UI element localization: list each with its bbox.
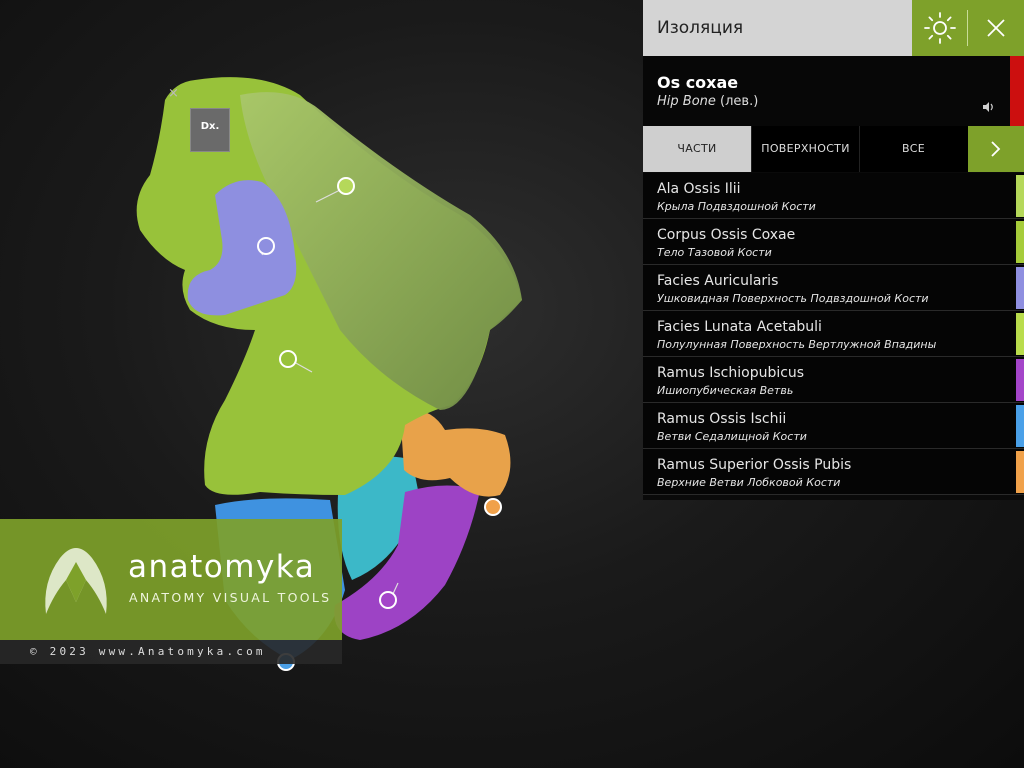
- isolation-panel: Изоляция Os coxae Hip Bone (лев.) ЧАСТИ …: [643, 0, 1024, 500]
- brand-overlay: anatomyka ANATOMY VISUAL TOOLS: [0, 519, 342, 640]
- close-isolation-button[interactable]: [968, 0, 1024, 56]
- part-row[interactable]: Facies Auricularis Ушковидная Поверхность…: [643, 265, 1024, 311]
- speaker-icon[interactable]: [981, 100, 995, 114]
- view-close-icon[interactable]: ×: [168, 86, 179, 101]
- brand-tagline: ANATOMY VISUAL TOOLS: [129, 590, 332, 605]
- isolation-header: Изоляция: [643, 0, 1024, 56]
- part-russian-name: Полулунная Поверхность Вертлужной Впадин…: [657, 338, 937, 351]
- part-latin-name: Ramus Superior Ossis Pubis: [657, 457, 852, 473]
- part-color-swatch: [1016, 359, 1024, 401]
- part-row[interactable]: Ramus Ossis Ischii Ветви Седалищной Кости: [643, 403, 1024, 449]
- bone-color-strip: [1010, 56, 1024, 126]
- bone-name: Os coxae: [657, 73, 739, 92]
- side-indicator-label: Dx.: [200, 121, 220, 132]
- part-color-swatch: [1016, 405, 1024, 447]
- part-color-swatch: [1016, 267, 1024, 309]
- parts-list: Ala Ossis Ilii Крыла Подвздошной Кости Cor…: [643, 173, 1024, 495]
- part-row[interactable]: Ala Ossis Ilii Крыла Подвздошной Кости: [643, 173, 1024, 219]
- copyright-bar: © 2023 www.Anatomyka.com: [0, 640, 342, 664]
- part-color-swatch: [1016, 451, 1024, 493]
- part-row[interactable]: Facies Lunata Acetabuli Полулунная Поверх…: [643, 311, 1024, 357]
- parts-tabs: ЧАСТИ ПОВЕРХНОСТИ ВСЕ: [643, 126, 1024, 172]
- pin-ramus-superior-pubis[interactable]: [484, 498, 502, 516]
- bone-info: Os coxae Hip Bone (лев.): [643, 56, 1024, 126]
- part-russian-name: Тело Тазовой Кости: [657, 246, 772, 259]
- part-latin-name: Ala Ossis Ilii: [657, 181, 741, 197]
- bone-side: (лев.): [715, 94, 759, 109]
- tabs-next-button[interactable]: [968, 126, 1024, 172]
- anatomyka-logo-icon: [45, 548, 107, 614]
- part-russian-name: Ветви Седалищной Кости: [657, 430, 807, 443]
- copyright-text: © 2023 www.Anatomyka.com: [30, 645, 266, 658]
- part-color-swatch: [1016, 175, 1024, 217]
- part-row[interactable]: Corpus Ossis Coxae Тело Тазовой Кости: [643, 219, 1024, 265]
- header-actions: [912, 0, 1024, 56]
- chevron-right-icon: [991, 141, 1001, 157]
- pin-ramus-ischiopubicus[interactable]: [379, 591, 397, 609]
- part-russian-name: Ушковидная Поверхность Подвздошной Кости: [657, 292, 929, 305]
- sun-icon: [924, 12, 956, 44]
- part-russian-name: Крыла Подвздошной Кости: [657, 200, 816, 213]
- brightness-button[interactable]: [912, 0, 968, 56]
- part-russian-name: Верхние Ветви Лобковой Кости: [657, 476, 841, 489]
- close-icon: [987, 19, 1005, 37]
- part-color-swatch: [1016, 221, 1024, 263]
- bone-subtitle: Hip Bone (лев.): [657, 94, 758, 109]
- part-row[interactable]: Ramus Ischiopubicus Ишиопубическая Ветвь: [643, 357, 1024, 403]
- side-indicator-badge[interactable]: Dx.: [190, 108, 230, 152]
- pin-corpus-ossis-coxae[interactable]: [279, 350, 297, 368]
- part-latin-name: Ramus Ossis Ischii: [657, 411, 787, 427]
- pin-facies-auricularis[interactable]: [257, 237, 275, 255]
- tab-all[interactable]: ВСЕ: [859, 126, 967, 172]
- pin-ala-ossis-ilii[interactable]: [337, 177, 355, 195]
- tab-parts[interactable]: ЧАСТИ: [643, 126, 751, 172]
- tab-surfaces[interactable]: ПОВЕРХНОСТИ: [751, 126, 859, 172]
- part-latin-name: Corpus Ossis Coxae: [657, 227, 796, 243]
- part-latin-name: Facies Auricularis: [657, 273, 779, 289]
- part-latin-name: Ramus Ischiopubicus: [657, 365, 805, 381]
- part-russian-name: Ишиопубическая Ветвь: [657, 384, 794, 397]
- brand-name: anatomyka: [128, 549, 316, 585]
- part-color-swatch: [1016, 313, 1024, 355]
- bone-english-name: Hip Bone: [657, 94, 716, 109]
- isolation-title: Изоляция: [643, 0, 912, 56]
- part-latin-name: Facies Lunata Acetabuli: [657, 319, 822, 335]
- part-row[interactable]: Ramus Superior Ossis Pubis Верхние Ветви …: [643, 449, 1024, 495]
